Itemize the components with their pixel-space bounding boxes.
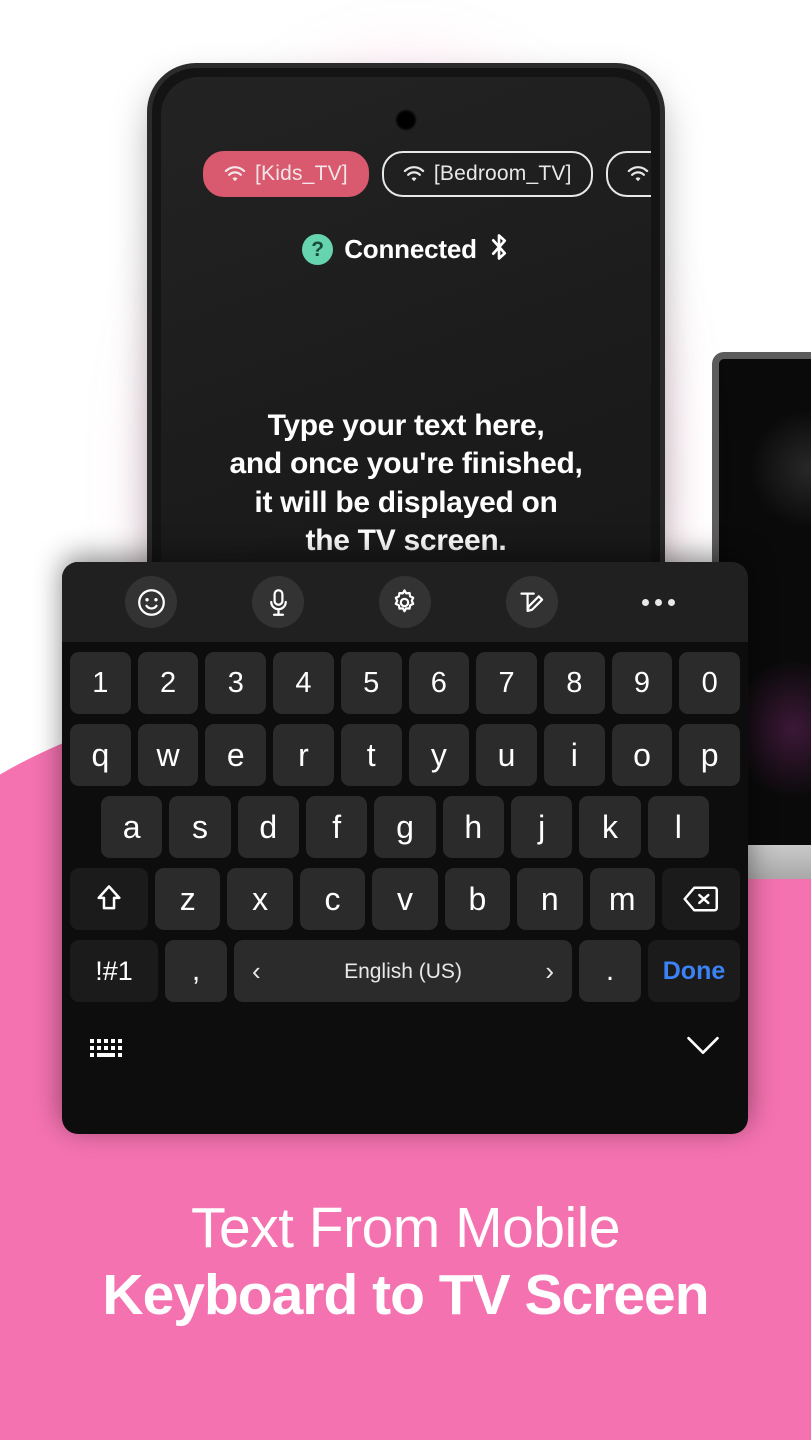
key-9[interactable]: 9	[611, 652, 673, 714]
instruction-line: it will be displayed on	[254, 485, 558, 519]
key-j[interactable]: j	[510, 796, 573, 858]
tv-chip-label: [Bedroom_TV]	[433, 162, 572, 185]
keyboard-key-rows: 1 2 3 4 5 6 7 8 9 0 q w e r t y u i o p …	[62, 642, 748, 1002]
prev-language-icon[interactable]: ‹	[252, 958, 261, 984]
keyboard-layout-icon[interactable]	[90, 1039, 122, 1057]
key-0[interactable]: 0	[679, 652, 741, 714]
promo-line-2: Keyboard to TV Screen	[102, 1262, 709, 1327]
key-6[interactable]: 6	[408, 652, 470, 714]
keyboard-tool-handwriting[interactable]	[468, 576, 595, 628]
key-8[interactable]: 8	[543, 652, 605, 714]
key-4[interactable]: 4	[273, 652, 334, 714]
key-o[interactable]: o	[611, 724, 673, 786]
status-label: Connected	[344, 234, 477, 264]
on-screen-keyboard: 1 2 3 4 5 6 7 8 9 0 q w e r t y u i o p …	[62, 562, 748, 1134]
bluetooth-icon	[488, 232, 510, 267]
gear-icon[interactable]	[378, 576, 431, 628]
microphone-icon[interactable]	[252, 576, 305, 628]
key-a[interactable]: a	[101, 796, 163, 858]
keyboard-tool-voice[interactable]	[215, 576, 342, 628]
keyboard-tool-emoji[interactable]	[88, 576, 215, 628]
key-k[interactable]: k	[579, 796, 641, 858]
chevron-down-icon[interactable]	[686, 1036, 720, 1061]
wifi-icon	[627, 165, 649, 183]
key-period[interactable]: .	[579, 940, 641, 1002]
screenshot-stage: [Kids_TV] [Bedroom_TV] ? Connected Type …	[0, 0, 811, 1440]
key-3[interactable]: 3	[205, 652, 267, 714]
tv-screen-glow	[749, 409, 811, 529]
key-x[interactable]: x	[227, 868, 293, 930]
shift-icon[interactable]	[70, 868, 148, 930]
key-l[interactable]: l	[647, 796, 709, 858]
keyboard-tool-more[interactable]	[595, 598, 722, 606]
backspace-icon[interactable]	[661, 868, 740, 930]
promo-line-1: Text From Mobile	[190, 1196, 621, 1260]
keyboard-row-function: !#1 , ‹ English (US) › . Done	[70, 940, 740, 1002]
more-icon[interactable]	[642, 598, 676, 606]
key-1[interactable]: 1	[70, 652, 131, 714]
key-t[interactable]: t	[340, 724, 402, 786]
key-2[interactable]: 2	[137, 652, 199, 714]
key-e[interactable]: e	[205, 724, 267, 786]
key-done[interactable]: Done	[648, 940, 740, 1002]
key-b[interactable]: b	[444, 868, 511, 930]
phone-camera-punchhole	[395, 109, 417, 131]
key-v[interactable]: v	[372, 868, 438, 930]
emoji-icon[interactable]	[125, 576, 178, 628]
keyboard-bottom-bar	[62, 1012, 748, 1084]
keyboard-row-zxcv: z x c v b n m	[70, 868, 740, 930]
key-5[interactable]: 5	[340, 652, 402, 714]
key-d[interactable]: d	[237, 796, 299, 858]
instruction-line: the TV screen.	[305, 524, 507, 558]
tv-chip-partial[interactable]: [Pa	[605, 151, 651, 197]
key-z[interactable]: z	[155, 868, 221, 930]
key-i[interactable]: i	[543, 724, 605, 786]
instruction-text: Type your text here, and once you're fin…	[161, 407, 651, 561]
promo-text: Text From Mobile Keyboard to TV Screen	[0, 1196, 811, 1327]
key-n[interactable]: n	[517, 868, 583, 930]
current-language-label: English (US)	[344, 959, 462, 983]
key-r[interactable]: r	[273, 724, 334, 786]
keyboard-tool-settings[interactable]	[342, 576, 469, 628]
key-u[interactable]: u	[476, 724, 537, 786]
key-y[interactable]: y	[408, 724, 470, 786]
tv-chips-row: [Kids_TV] [Bedroom_TV]	[203, 151, 651, 197]
key-g[interactable]: g	[374, 796, 436, 858]
key-p[interactable]: p	[679, 724, 741, 786]
key-f[interactable]: f	[305, 796, 368, 858]
keyboard-row-qwerty: q w e r t y u i o p	[70, 724, 741, 786]
key-spacebar[interactable]: ‹ English (US) ›	[234, 940, 572, 1002]
tv-chip-bedroom-tv[interactable]: [Bedroom_TV]	[381, 151, 593, 197]
tv-stand	[742, 845, 811, 879]
key-symbols[interactable]: !#1	[70, 940, 158, 1002]
instruction-line: and once you're finished,	[229, 447, 583, 481]
key-h[interactable]: h	[442, 796, 504, 858]
connection-status: ? Connected	[161, 232, 651, 267]
handwriting-icon[interactable]	[505, 576, 558, 628]
tv-chip-kids-tv[interactable]: [Kids_TV]	[203, 151, 369, 197]
wifi-icon	[224, 165, 246, 183]
key-q[interactable]: q	[70, 724, 131, 786]
key-c[interactable]: c	[299, 868, 366, 930]
instruction-line: Type your text here,	[267, 409, 545, 442]
key-w[interactable]: w	[137, 724, 199, 786]
key-m[interactable]: m	[589, 868, 655, 930]
key-7[interactable]: 7	[476, 652, 537, 714]
keyboard-row-asdf: a s d f g h j k l	[70, 796, 740, 858]
help-badge-icon[interactable]: ?	[302, 234, 334, 265]
keyboard-toolbar	[62, 562, 748, 642]
key-comma[interactable]: ,	[165, 940, 227, 1002]
key-s[interactable]: s	[169, 796, 231, 858]
tv-chip-label: [Kids_TV]	[255, 162, 348, 185]
next-language-icon[interactable]: ›	[545, 958, 554, 984]
keyboard-row-numbers: 1 2 3 4 5 6 7 8 9 0	[70, 652, 741, 714]
wifi-icon	[403, 165, 425, 183]
